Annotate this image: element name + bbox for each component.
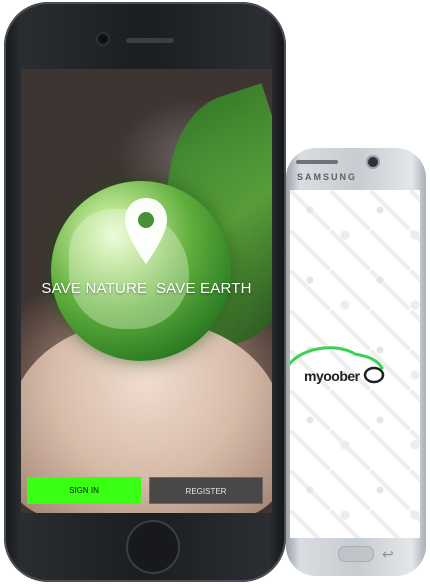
samsung-brand-label: SAMSUNG bbox=[296, 172, 357, 182]
logo-text: myoober bbox=[304, 368, 360, 384]
iphone-home-button[interactable] bbox=[126, 520, 180, 574]
myoober-logo: myoober bbox=[290, 332, 390, 392]
iphone-speaker bbox=[126, 38, 174, 43]
location-pin-icon bbox=[125, 198, 167, 264]
register-button[interactable]: REGISTER bbox=[149, 477, 263, 504]
samsung-nav-bar: ↩ bbox=[290, 538, 420, 570]
sign-in-button[interactable]: SIGN IN bbox=[27, 477, 141, 504]
samsung-speaker bbox=[296, 160, 338, 164]
back-arrow-icon[interactable]: ↩ bbox=[382, 546, 394, 563]
headline-text: SAVE NATURE SAVE EARTH bbox=[41, 280, 252, 297]
home-button-icon[interactable] bbox=[338, 546, 374, 562]
iphone-front-camera bbox=[98, 34, 108, 44]
samsung-front-camera bbox=[368, 157, 378, 167]
